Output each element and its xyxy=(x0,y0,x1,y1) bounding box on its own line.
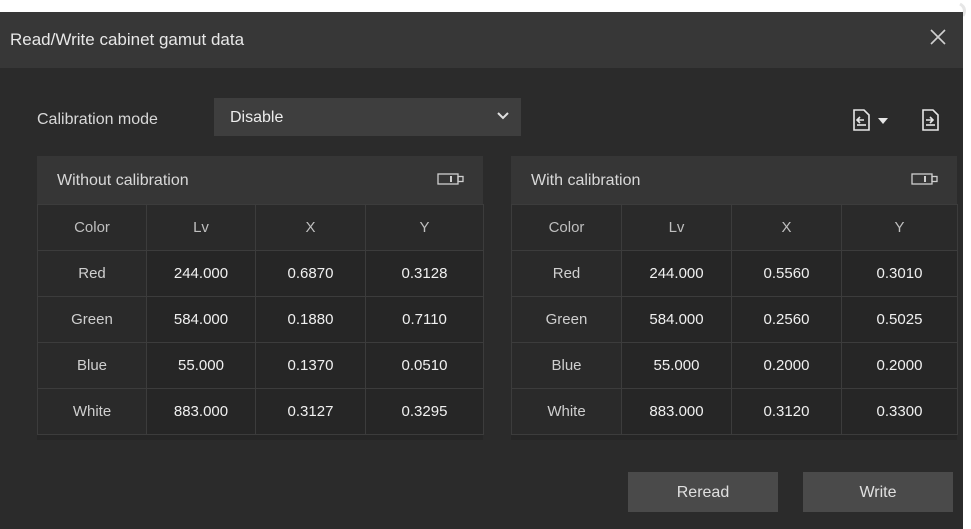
battery-icon xyxy=(437,173,464,185)
table-row: Blue 55.000 0.2000 0.2000 xyxy=(511,342,958,389)
column-header: X xyxy=(255,204,366,251)
panel-with-calibration: With calibration Color Lv X Y Red 244.00… xyxy=(511,156,958,440)
row-label: Blue xyxy=(37,342,147,389)
lv-cell[interactable]: 883.000 xyxy=(146,388,256,435)
close-icon[interactable] xyxy=(927,26,949,48)
row-label: White xyxy=(37,388,147,435)
chevron-down-icon xyxy=(497,112,509,120)
panel-title: With calibration xyxy=(531,172,641,189)
lv-cell[interactable]: 883.000 xyxy=(621,388,732,435)
x-cell[interactable]: 0.6870 xyxy=(255,250,366,297)
table-header-row: Color Lv X Y xyxy=(37,204,484,251)
table-row: Green 584.000 0.2560 0.5025 xyxy=(511,296,958,343)
y-cell[interactable]: 0.3128 xyxy=(365,250,484,297)
x-cell[interactable]: 0.3120 xyxy=(731,388,842,435)
x-cell[interactable]: 0.2560 xyxy=(731,296,842,343)
column-header: Color xyxy=(37,204,147,251)
panel-title: Without calibration xyxy=(57,172,189,189)
row-label: Green xyxy=(511,296,622,343)
write-button[interactable]: Write xyxy=(803,472,953,512)
title-bar: Read/Write cabinet gamut data xyxy=(0,12,963,68)
y-cell[interactable]: 0.3300 xyxy=(841,388,958,435)
lv-cell[interactable]: 244.000 xyxy=(621,250,732,297)
column-header: Y xyxy=(365,204,484,251)
column-header: Lv xyxy=(621,204,732,251)
y-cell[interactable]: 0.2000 xyxy=(841,342,958,389)
x-cell[interactable]: 0.1370 xyxy=(255,342,366,389)
file-import-icon[interactable] xyxy=(852,109,872,131)
panel-header: Without calibration xyxy=(37,156,483,204)
dialog-title: Read/Write cabinet gamut data xyxy=(10,30,245,49)
column-header: Y xyxy=(841,204,958,251)
calibration-mode-select[interactable]: Disable xyxy=(214,98,521,136)
lv-cell[interactable]: 55.000 xyxy=(146,342,256,389)
column-header: Color xyxy=(511,204,622,251)
row-label: Red xyxy=(511,250,622,297)
y-cell[interactable]: 0.3010 xyxy=(841,250,958,297)
table-row: Green 584.000 0.1880 0.7110 xyxy=(37,296,484,343)
reread-button[interactable]: Reread xyxy=(628,472,778,512)
calibration-mode-value: Disable xyxy=(230,109,284,126)
x-cell[interactable]: 0.3127 xyxy=(255,388,366,435)
column-header: Lv xyxy=(146,204,256,251)
table-row: White 883.000 0.3127 0.3295 xyxy=(37,388,484,435)
table-row: Blue 55.000 0.1370 0.0510 xyxy=(37,342,484,389)
table-row: White 883.000 0.3120 0.3300 xyxy=(511,388,958,435)
table-row: Red 244.000 0.6870 0.3128 xyxy=(37,250,484,297)
lv-cell[interactable]: 584.000 xyxy=(621,296,732,343)
calibration-mode-label: Calibration mode xyxy=(37,111,158,128)
x-cell[interactable]: 0.2000 xyxy=(731,342,842,389)
y-cell[interactable]: 0.7110 xyxy=(365,296,484,343)
import-dropdown-caret-icon[interactable] xyxy=(878,118,888,124)
y-cell[interactable]: 0.0510 xyxy=(365,342,484,389)
lv-cell[interactable]: 55.000 xyxy=(621,342,732,389)
lv-cell[interactable]: 244.000 xyxy=(146,250,256,297)
panel-without-calibration: Without calibration Color Lv X Y Red 244… xyxy=(37,156,484,440)
row-label: Red xyxy=(37,250,147,297)
row-label: Blue xyxy=(511,342,622,389)
x-cell[interactable]: 0.1880 xyxy=(255,296,366,343)
gamut-table: Color Lv X Y Red 244.000 0.6870 0.3128 G… xyxy=(37,204,484,435)
column-header: X xyxy=(731,204,842,251)
gamut-dialog: Read/Write cabinet gamut data Calibratio… xyxy=(0,12,963,529)
gamut-table: Color Lv X Y Red 244.000 0.5560 0.3010 G… xyxy=(511,204,958,435)
y-cell[interactable]: 0.5025 xyxy=(841,296,958,343)
table-row: Red 244.000 0.5560 0.3010 xyxy=(511,250,958,297)
lv-cell[interactable]: 584.000 xyxy=(146,296,256,343)
row-label: Green xyxy=(37,296,147,343)
file-export-icon[interactable] xyxy=(921,109,941,131)
row-label: White xyxy=(511,388,622,435)
table-header-row: Color Lv X Y xyxy=(511,204,958,251)
y-cell[interactable]: 0.3295 xyxy=(365,388,484,435)
panel-header: With calibration xyxy=(511,156,957,204)
battery-icon xyxy=(911,173,938,185)
x-cell[interactable]: 0.5560 xyxy=(731,250,842,297)
